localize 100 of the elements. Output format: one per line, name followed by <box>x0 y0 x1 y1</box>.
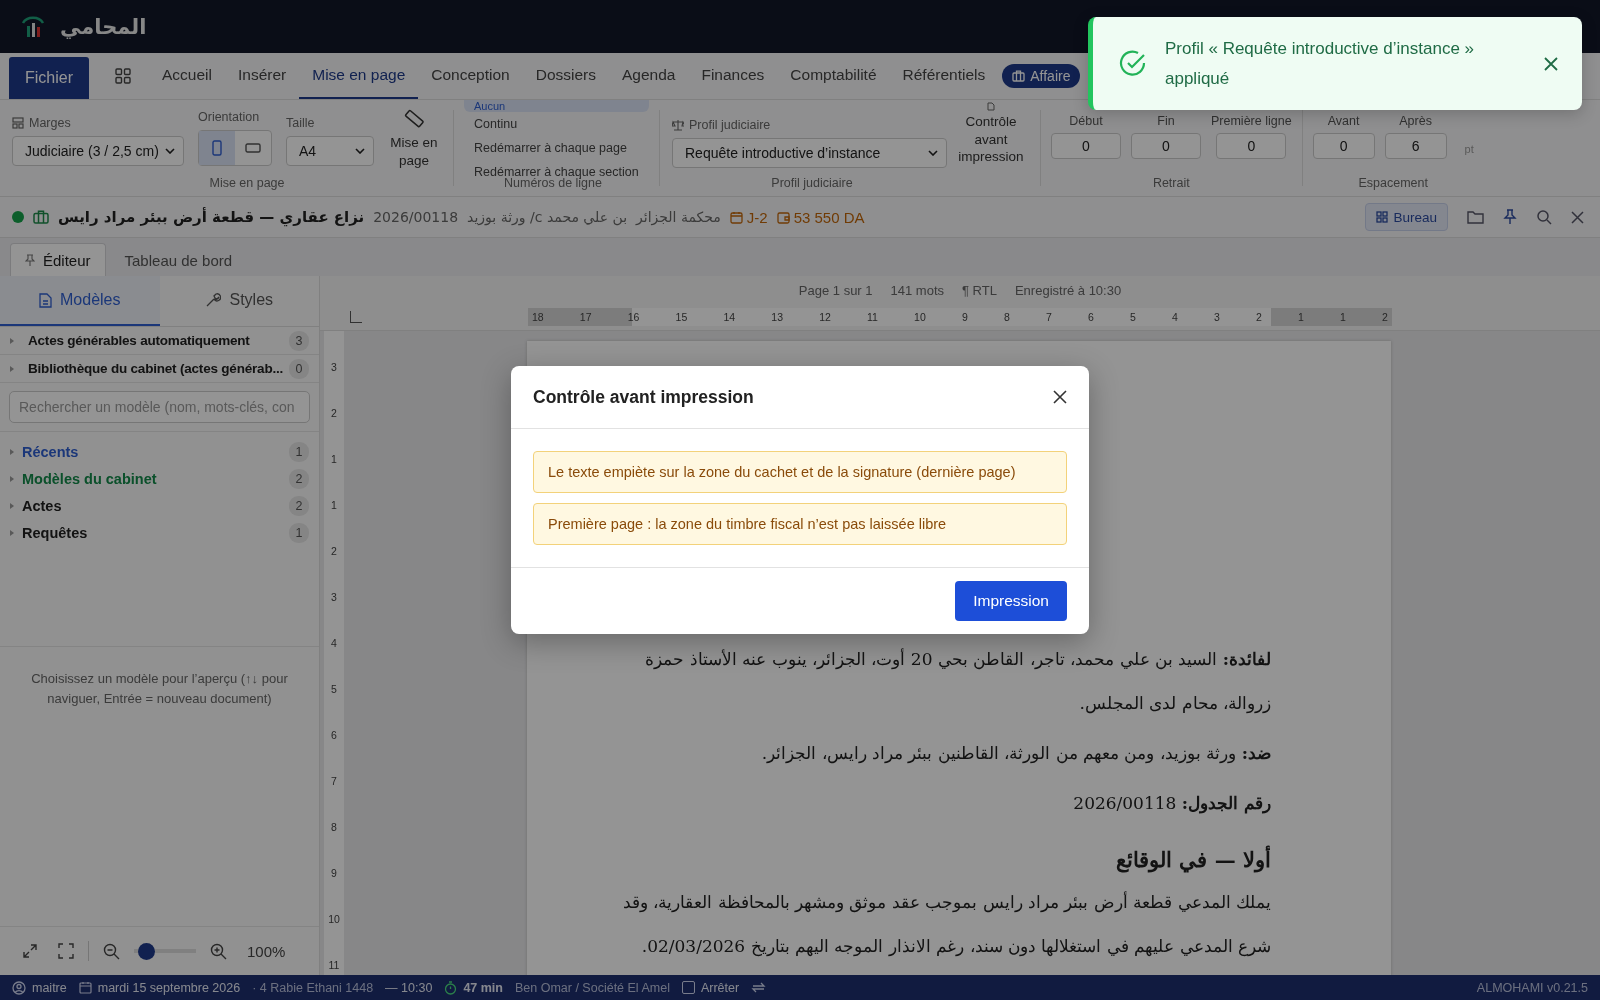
spacing-input[interactable]: 6 <box>1384 133 1447 159</box>
menu-tab[interactable]: Agenda <box>609 53 689 99</box>
indent-input[interactable]: 0 <box>1051 133 1121 159</box>
dialog-title: Contrôle avant impression <box>533 386 754 408</box>
wrench-icon <box>205 292 222 308</box>
line-number-option[interactable]: Redémarrer à chaque page <box>464 136 649 160</box>
timer-label: 47 min <box>444 980 503 995</box>
document-status-text: ¶ RTL <box>962 282 997 298</box>
zoom-in-icon[interactable] <box>210 942 227 960</box>
pin-icon[interactable] <box>1503 209 1517 225</box>
menu-tab[interactable]: Accueil <box>149 53 225 99</box>
category-row[interactable]: Récents 1 <box>0 438 319 465</box>
document-paragraph: لفائدة: السيد بن علي محمد، تاجر، القاطن بحي 20 أوت، الجزائر، ينوب عنه الأستاذ حمزة زروالة، محام لدى المجلس. <box>644 647 1271 716</box>
editor-tab[interactable]: Tableau de bord <box>109 243 248 276</box>
logo-icon <box>20 14 46 39</box>
horizontal-ruler: 18 17 16 15 14 13 12 11 10 9 8 7 6 5 4 3 2 1 1 2 <box>528 308 1392 326</box>
chevron-down-icon <box>928 150 938 156</box>
search-field[interactable]: Rechercher un modèle (nom, mots-clés, con <box>9 391 310 423</box>
profile-label: Profil judiciaire <box>672 118 952 132</box>
close-icon[interactable] <box>1053 390 1067 404</box>
case-title: نزاع عقاري — قطعة أرض ببئر مراد رايس <box>58 208 365 226</box>
file-button[interactable]: Fichier <box>9 57 89 99</box>
folder-icon[interactable] <box>1467 210 1484 224</box>
document-status-text: Page 1 sur 1 <box>798 282 873 298</box>
scales-icon <box>672 119 684 131</box>
group-label: Profil judiciaire <box>770 176 854 192</box>
page-layout-button[interactable]: Mise en page <box>385 100 443 196</box>
indent-input[interactable]: 0 <box>1131 133 1201 159</box>
section-row[interactable]: Bibliothèque du cabinet (actes générab... 0 <box>0 355 319 383</box>
ruler-icon <box>403 108 425 130</box>
hijri-date: · 4 Rabie Ethani 1448 <box>252 980 374 995</box>
fullscreen-icon[interactable] <box>58 943 74 959</box>
search-icon[interactable] <box>1536 209 1552 225</box>
margins-label: Marges <box>12 116 184 130</box>
tab-stop-icon[interactable] <box>350 311 362 323</box>
landscape-icon <box>245 143 261 153</box>
app-name: المحامي <box>60 14 147 39</box>
print-button[interactable]: Impression <box>955 581 1067 621</box>
wallet-icon <box>776 210 790 224</box>
deadline-label: J-2 <box>729 208 768 226</box>
portrait-button[interactable] <box>199 131 235 165</box>
sidebar-tab[interactable]: Modèles <box>0 276 160 326</box>
sidebar-tab[interactable]: Styles <box>159 276 319 326</box>
warning-message: Le texte empiète sur la zone du cachet et de la signature (dernière page) <box>533 451 1067 493</box>
editor-tab[interactable]: Éditeur <box>10 243 106 276</box>
grid-icon <box>1376 211 1389 223</box>
orientation-label: Orientation <box>198 110 261 124</box>
profile-select[interactable]: Requête introductive d’instance <box>672 138 947 168</box>
preview-hint: Choisissez un modèle pour l’aperçu (↑↓ pour naviguer, Entrée = nouveau document) <box>30 670 289 708</box>
spacing-label: Avant <box>1327 114 1360 128</box>
category-row[interactable]: Actes 2 <box>0 492 319 519</box>
apps-grid-icon[interactable] <box>115 68 131 84</box>
layout-icon <box>12 117 24 129</box>
status-dot <box>12 211 24 223</box>
version-label: ALMOHAMI v0.21.5 <box>1476 980 1588 995</box>
margins-select[interactable]: Judiciaire (3 / 2,5 cm) <box>12 136 184 166</box>
time-label: — 10:30 <box>385 980 433 995</box>
bureau-button[interactable]: Bureau <box>1365 203 1448 231</box>
menu-tab[interactable]: Insérer <box>224 53 300 99</box>
group-label: Mise en page <box>208 176 286 192</box>
affaire-button[interactable]: Affaire <box>1002 64 1081 88</box>
menu-tab[interactable]: Référentiels <box>889 53 999 99</box>
menu-tab[interactable]: Comptabilité <box>777 53 890 99</box>
section-row[interactable]: Actes générables automatiquement 3 <box>0 327 319 355</box>
spacing-input[interactable]: 0 <box>1312 133 1375 159</box>
indent-input[interactable]: 0 <box>1216 133 1287 159</box>
category-row[interactable]: Requêtes 1 <box>0 519 319 546</box>
case-parties: بن علي محمد c/ ورثة بوزيد <box>467 209 628 225</box>
chevron-down-icon <box>355 148 365 154</box>
date-label: mardi 15 septembre 2026 <box>78 980 241 995</box>
warning-message: Première page : la zone du timbre fiscal n’est pas laissée libre <box>533 503 1067 545</box>
close-icon[interactable] <box>1544 56 1558 71</box>
line-number-option[interactable]: Aucun <box>464 100 649 112</box>
category-row[interactable]: Modèles du cabinet 2 <box>0 465 319 492</box>
size-label: Taille <box>286 116 316 130</box>
sync-icon[interactable] <box>751 981 767 994</box>
menu-tab[interactable]: Finances <box>688 53 778 99</box>
menu-tab[interactable]: Conception <box>418 53 523 99</box>
case-number: 2026/00118 <box>373 209 459 225</box>
user-icon <box>12 980 26 995</box>
stop-checkbox[interactable]: Arrêter <box>681 980 740 995</box>
expand-icon[interactable] <box>22 943 38 959</box>
calendar-icon <box>729 210 743 224</box>
document-status-text: 141 mots <box>890 282 944 298</box>
group-label: Retrait <box>1151 176 1191 192</box>
size-select[interactable]: A4 <box>286 136 374 166</box>
user-label[interactable]: maitre <box>12 980 67 995</box>
line-number-option[interactable]: Continu <box>464 112 649 136</box>
spacing-label: Après <box>1399 114 1432 128</box>
indent-label: Fin <box>1157 114 1175 128</box>
briefcase-icon <box>33 210 49 224</box>
portrait-icon <box>212 140 222 156</box>
group-label: Espacement <box>1357 176 1429 192</box>
indent-label: Début <box>1069 114 1103 128</box>
vertical-ruler: 3 2 1 1 2 3 4 5 6 7 8 9 10 11 <box>324 331 344 975</box>
menu-tab[interactable]: Dossiers <box>522 53 609 99</box>
document-status-text: Enregistré à 10:30 <box>1014 282 1122 298</box>
print-check-button[interactable]: Contrôle avant impression <box>952 100 1030 196</box>
zoom-out-icon[interactable] <box>103 942 120 960</box>
pin-icon <box>25 254 35 266</box>
